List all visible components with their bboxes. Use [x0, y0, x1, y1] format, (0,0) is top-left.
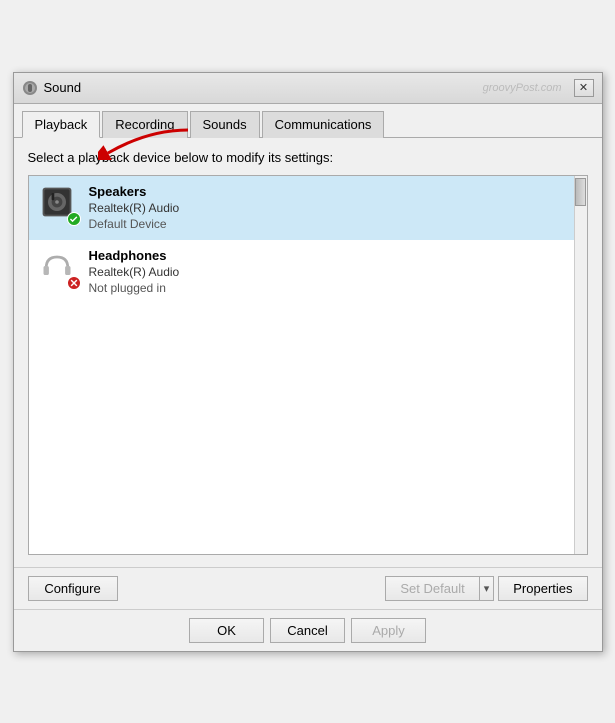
headphones-name: Headphones	[89, 248, 180, 263]
scrollbar[interactable]	[574, 176, 587, 554]
device-list-content: Speakers Realtek(R) Audio Default Device	[29, 176, 574, 554]
title-bar-controls: groovyPost.com ✕	[483, 79, 594, 97]
title-bar: Sound groovyPost.com ✕	[14, 73, 602, 104]
set-default-dropdown-button[interactable]: ▾	[479, 576, 495, 601]
watermark-text: groovyPost.com	[483, 82, 562, 94]
headphones-icon-container	[39, 248, 79, 288]
tab-recording[interactable]: Recording	[102, 111, 187, 138]
set-default-button[interactable]: Set Default	[385, 576, 478, 601]
tab-sounds[interactable]: Sounds	[190, 111, 260, 138]
speakers-name: Speakers	[89, 184, 180, 199]
speakers-info: Speakers Realtek(R) Audio Default Device	[89, 184, 180, 231]
headphones-status-badge	[67, 276, 81, 290]
device-item-speakers[interactable]: Speakers Realtek(R) Audio Default Device	[29, 176, 574, 240]
window-title: Sound	[44, 80, 82, 95]
properties-button[interactable]: Properties	[498, 576, 587, 601]
instruction-text: Select a playback device below to modify…	[28, 150, 588, 165]
device-item-headphones[interactable]: Headphones Realtek(R) Audio Not plugged …	[29, 240, 574, 304]
tab-communications[interactable]: Communications	[262, 111, 385, 138]
scrollbar-thumb[interactable]	[575, 178, 586, 206]
device-list: Speakers Realtek(R) Audio Default Device	[28, 175, 588, 555]
tab-playback[interactable]: Playback	[22, 111, 101, 138]
speakers-icon-container	[39, 184, 79, 224]
close-button[interactable]: ✕	[574, 79, 594, 97]
bottom-buttons-row: Configure Set Default ▾ Properties	[14, 567, 602, 609]
speakers-driver: Realtek(R) Audio	[89, 201, 180, 215]
dialog-buttons-row: OK Cancel Apply	[14, 609, 602, 651]
apply-button[interactable]: Apply	[351, 618, 426, 643]
window-icon	[22, 80, 38, 96]
tabs-bar: Playback Recording Sounds Communications	[14, 104, 602, 138]
configure-button[interactable]: Configure	[28, 576, 118, 601]
headphones-info: Headphones Realtek(R) Audio Not plugged …	[89, 248, 180, 295]
title-bar-left: Sound	[22, 80, 82, 96]
speakers-status: Default Device	[89, 217, 180, 231]
speakers-status-badge	[67, 212, 81, 226]
headphones-driver: Realtek(R) Audio	[89, 265, 180, 279]
sound-dialog: Sound groovyPost.com ✕ Playback Recordin…	[13, 72, 603, 652]
ok-button[interactable]: OK	[189, 618, 264, 643]
set-default-group: Set Default ▾ Properties	[385, 576, 587, 601]
content-area: Select a playback device below to modify…	[14, 138, 602, 567]
cancel-button[interactable]: Cancel	[270, 618, 345, 643]
headphones-status: Not plugged in	[89, 281, 180, 295]
